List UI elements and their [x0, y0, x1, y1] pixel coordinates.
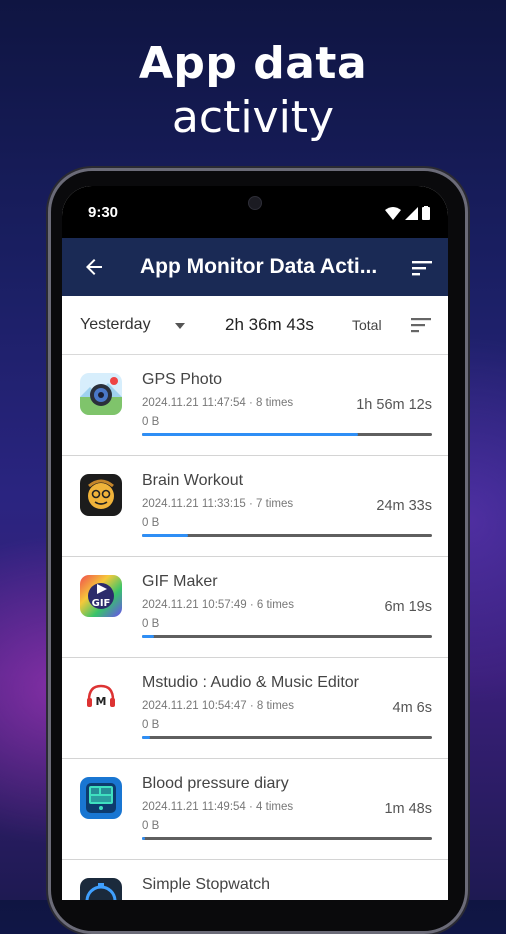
app-duration: 4m 6s — [392, 700, 433, 716]
total-filter-button[interactable]: Total — [352, 317, 382, 333]
headline-line-2: activity — [171, 92, 335, 143]
app-name: Brain Workout — [142, 472, 244, 489]
usage-progress-track — [142, 433, 432, 436]
back-arrow-icon[interactable] — [82, 255, 106, 279]
filter-sort-icon[interactable] — [410, 315, 432, 335]
app-title: App Monitor Data Acti... — [140, 255, 378, 278]
app-duration: 1m 48s — [384, 801, 432, 817]
usage-progress-track — [142, 837, 432, 840]
list-item[interactable]: M Mstudio : Audio & Music Editor 2024.11… — [62, 658, 448, 758]
app-name: Mstudio : Audio & Music Editor — [142, 674, 359, 691]
battery-icon — [422, 206, 430, 220]
app-name: Blood pressure diary — [142, 775, 289, 792]
app-usage-list: GPS Photo 2024.11.21 11:47:54 · 8 times … — [62, 355, 448, 900]
filter-bar: Yesterday 2h 36m 43s Total — [62, 296, 448, 355]
usage-progress-track — [142, 534, 432, 537]
headline-line-1: App data — [138, 38, 368, 89]
app-data-bytes: 0 B — [142, 517, 160, 529]
app-name: GIF Maker — [142, 573, 218, 590]
app-last-used: 2024.11.21 10:57:49 · 6 times — [142, 599, 294, 611]
app-last-used: 2024.11.21 11:47:54 · 8 times — [142, 397, 294, 409]
app-name: Simple Stopwatch — [142, 876, 271, 893]
blood-pressure-icon — [80, 777, 122, 819]
sort-icon[interactable] — [410, 256, 434, 280]
app-duration: 1h 56m 12s — [356, 397, 432, 413]
app-last-used: 2024.11.21 11:49:54 · 4 times — [142, 801, 294, 813]
period-select[interactable]: Yesterday — [80, 316, 151, 334]
usage-progress-track — [142, 635, 432, 638]
list-item[interactable]: Simple Stopwatch — [62, 860, 448, 900]
usage-progress-fill — [142, 736, 150, 739]
camera-icon — [248, 196, 262, 210]
system-icons — [385, 206, 430, 220]
list-item[interactable]: Blood pressure diary 2024.11.21 11:49:54… — [62, 759, 448, 859]
total-usage-time: 2h 36m 43s — [225, 315, 314, 334]
list-item[interactable]: Brain Workout 2024.11.21 11:33:15 · 7 ti… — [62, 456, 448, 556]
stopwatch-icon — [80, 878, 122, 900]
mstudio-icon: M — [80, 676, 122, 718]
app-data-bytes: 0 B — [142, 416, 160, 428]
list-item[interactable]: GPS Photo 2024.11.21 11:47:54 · 8 times … — [62, 355, 448, 455]
svg-text:M: M — [96, 695, 107, 708]
usage-progress-fill — [142, 635, 154, 638]
app-last-used: 2024.11.21 11:33:15 · 7 times — [142, 498, 294, 510]
app-duration: 6m 19s — [384, 599, 432, 615]
promo-headline: App data activity — [0, 38, 506, 146]
usage-progress-track — [142, 736, 432, 739]
app-last-used: 2024.11.21 10:54:47 · 8 times — [142, 700, 294, 712]
signal-icon — [405, 206, 418, 220]
app-duration: 24m 33s — [376, 498, 432, 514]
app-data-bytes: 0 B — [142, 719, 160, 731]
list-item[interactable]: GIF GIF Maker 2024.11.21 10:57:49 · 6 ti… — [62, 557, 448, 657]
brain-workout-icon — [80, 474, 122, 516]
phone-screen: 9:30 App Monitor Data Acti... Yesterday … — [62, 186, 448, 900]
app-bar: App Monitor Data Acti... — [62, 238, 448, 296]
wifi-icon — [385, 206, 401, 220]
usage-progress-fill — [142, 534, 188, 537]
app-data-bytes: 0 B — [142, 618, 160, 630]
app-data-bytes: 0 B — [142, 820, 160, 832]
svg-text:GIF: GIF — [92, 598, 111, 609]
gif-maker-icon: GIF — [80, 575, 122, 617]
chevron-down-icon[interactable] — [175, 323, 185, 329]
status-bar: 9:30 — [62, 186, 448, 238]
app-name: GPS Photo — [142, 371, 223, 388]
gps-photo-icon — [80, 373, 122, 415]
status-time: 9:30 — [88, 204, 119, 221]
usage-progress-fill — [142, 837, 146, 840]
usage-progress-fill — [142, 433, 359, 436]
